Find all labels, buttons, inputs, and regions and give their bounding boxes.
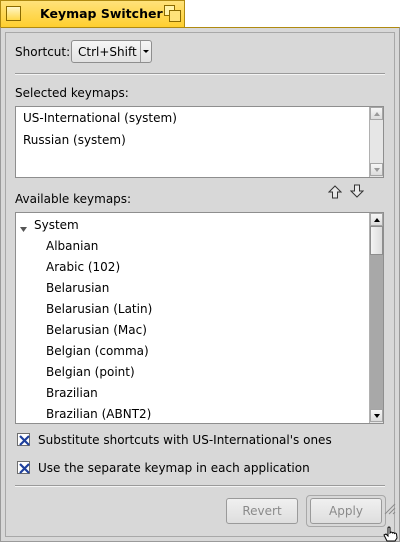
checkmark-icon xyxy=(19,463,30,474)
list-item[interactable]: Belarusian (Latin) xyxy=(46,302,152,316)
scroll-down-button[interactable] xyxy=(370,163,383,176)
scroll-up-button[interactable] xyxy=(370,213,383,226)
list-item[interactable]: Belgian (point) xyxy=(46,365,135,379)
hand-cursor-icon xyxy=(383,526,400,545)
arrow-down-icon[interactable] xyxy=(349,184,365,198)
list-item[interactable]: Belarusian (Mac) xyxy=(46,323,147,337)
checkmark-icon xyxy=(19,435,30,446)
shortcut-value: Ctrl+Shift xyxy=(78,45,137,59)
window-title: Keymap Switcher xyxy=(40,6,163,21)
selected-keymaps-list[interactable]: US-International (system) Russian (syste… xyxy=(15,106,384,178)
tree-group-system[interactable]: System xyxy=(34,218,79,232)
shortcut-label: Shortcut: xyxy=(15,45,71,59)
substitute-shortcuts-label[interactable]: Substitute shortcuts with US-Internation… xyxy=(38,433,332,447)
available-keymaps-label: Available keymaps: xyxy=(15,192,132,206)
substitute-shortcuts-checkbox[interactable] xyxy=(17,433,30,446)
scroll-up-button[interactable] xyxy=(370,107,383,120)
arrow-up-icon[interactable] xyxy=(327,185,343,199)
divider xyxy=(15,485,385,487)
selected-keymaps-label: Selected keymaps: xyxy=(15,86,129,100)
apply-button[interactable]: Apply xyxy=(310,498,382,524)
scroll-track[interactable] xyxy=(370,255,383,409)
selected-scrollbar[interactable] xyxy=(369,107,383,177)
close-button[interactable] xyxy=(6,6,21,21)
zoom-button[interactable] xyxy=(164,5,182,23)
window-tab[interactable]: Keymap Switcher xyxy=(0,0,185,27)
collapse-triangle-icon[interactable] xyxy=(20,222,27,236)
revert-button[interactable]: Revert xyxy=(226,498,298,524)
separate-keymap-label[interactable]: Use the separate keymap in each applicat… xyxy=(38,461,310,475)
scroll-thumb[interactable] xyxy=(370,226,383,255)
list-item[interactable]: Belgian (comma) xyxy=(46,344,149,358)
scroll-down-button[interactable] xyxy=(370,409,383,422)
divider xyxy=(15,73,385,75)
list-item[interactable]: Brazilian (ABNT2) xyxy=(46,407,151,421)
available-scrollbar[interactable] xyxy=(369,213,383,423)
list-item[interactable]: Albanian xyxy=(46,239,98,253)
list-item[interactable]: Belarusian xyxy=(46,281,109,295)
list-item[interactable]: Arabic (102) xyxy=(46,260,120,274)
shortcut-select[interactable]: Ctrl+Shift xyxy=(71,40,152,63)
chevron-down-icon xyxy=(140,41,151,62)
separate-keymap-checkbox[interactable] xyxy=(17,461,30,474)
list-item[interactable]: US-International (system) xyxy=(23,111,177,125)
list-item[interactable]: Russian (system) xyxy=(23,133,126,147)
list-item[interactable]: Brazilian xyxy=(46,386,98,400)
available-keymaps-tree[interactable]: System Albanian Arabic (102) Belarusian … xyxy=(15,212,384,424)
resize-grip-icon[interactable] xyxy=(382,501,396,518)
